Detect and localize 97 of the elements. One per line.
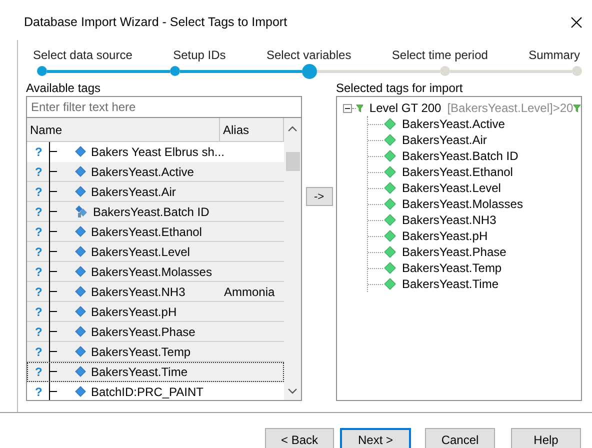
diamond-icon [384, 230, 396, 242]
tag-name: BakersYeast.NH3 [402, 213, 496, 227]
diamond-icon [75, 386, 86, 397]
diamond-icon [75, 326, 86, 337]
tag-name: BakersYeast.Batch ID [93, 204, 210, 218]
tag-name: BakersYeast.NH3 [91, 284, 186, 298]
diamond-icon [384, 150, 396, 162]
status-mark: ? [35, 344, 44, 358]
tag-row[interactable]: ? BakersYeast.Molasses [27, 262, 284, 282]
tag-alias: Ammonia [224, 284, 275, 298]
filter-icon [356, 102, 364, 114]
scroll-up-icon[interactable] [288, 126, 297, 132]
status-mark: ? [35, 204, 44, 218]
tag-row[interactable]: ? BakersYeast.Air [27, 182, 284, 202]
tag-row[interactable]: ? BakersYeast.Temp [27, 342, 284, 362]
status-mark: ? [35, 224, 44, 238]
step-label: Setup IDs [173, 48, 226, 63]
tag-name: BakersYeast.Phase [91, 324, 196, 338]
diamond-icon [384, 182, 396, 194]
tag-row[interactable]: ? BakersYeast.NH3 Ammonia [27, 282, 284, 302]
panel-label: Selected tags for import [336, 81, 464, 96]
tag-name: BakersYeast.pH [91, 304, 178, 318]
tag-row[interactable]: ? BakersYeast.Ethanol [27, 222, 284, 242]
wizard-button[interactable]: Help [511, 428, 581, 448]
wizard-button[interactable]: < Back [265, 428, 334, 448]
filter-condition: [BakersYeast.Level]>20 [447, 101, 574, 115]
scrollbar-thumb[interactable] [286, 152, 300, 171]
tag-name: BakersYeast.Ethanol [91, 224, 203, 238]
tag-name: BakersYeast.Phase [402, 245, 506, 259]
tag-name: BatchID:PRC_PAINT [91, 384, 204, 398]
step-label: Summary [528, 48, 580, 63]
tag-name: BakersYeast.Batch ID [402, 149, 518, 163]
tag-name: BakersYeast.pH [402, 229, 488, 243]
diamond-icon [384, 278, 396, 290]
diamond-icon [75, 146, 86, 157]
tag-name: Bakers Yeast Elbrus sh... [91, 144, 221, 158]
status-mark: ? [35, 244, 44, 258]
panel-label: Available tags [26, 81, 102, 96]
tag-row[interactable]: ? BakersYeast.Batch ID [27, 202, 284, 222]
close-icon[interactable] [571, 16, 582, 28]
tag-name: BakersYeast.Air [91, 184, 177, 198]
diamond-icon [384, 246, 396, 258]
status-mark: ? [35, 164, 44, 178]
tag-name: BakersYeast.Active [402, 117, 505, 131]
diamond-icon [75, 186, 86, 197]
wizard-button[interactable]: Cancel [425, 428, 495, 448]
diamond-icon [75, 366, 86, 377]
step-label: Select time period [392, 48, 488, 63]
diamond-icon [384, 118, 396, 130]
diamond-icon [75, 306, 86, 317]
status-mark: ? [35, 324, 44, 338]
tag-row[interactable]: ? BakersYeast.Active [27, 162, 284, 182]
tag-name: BakersYeast.Time [402, 277, 498, 291]
diamond-icon [75, 226, 86, 237]
tag-name: BakersYeast.Molasses [402, 197, 523, 211]
status-mark: ? [35, 184, 44, 198]
diamond-icon [384, 198, 396, 210]
scroll-down-icon[interactable] [288, 388, 297, 394]
status-mark: ? [35, 144, 44, 158]
status-mark: ? [35, 364, 44, 378]
column-header[interactable]: Name [27, 118, 220, 141]
diamond-icon [75, 266, 86, 277]
tag-row[interactable]: ? BakersYeast.pH [27, 302, 284, 322]
add-tags-button[interactable]: -> [306, 187, 332, 206]
diamond-icon [75, 166, 86, 177]
status-mark: ? [35, 384, 44, 398]
tag-name: BakersYeast.Molasses [91, 264, 213, 278]
tag-row[interactable]: ? BakersYeast.Time [27, 362, 284, 382]
step-label: Select data source [33, 48, 132, 63]
collapse-icon[interactable] [343, 104, 352, 112]
window-title: Database Import Wizard - Select Tags to Import [24, 14, 288, 29]
diamond-icon [75, 286, 86, 297]
step-label: Select variables [266, 48, 352, 63]
filter-field[interactable]: Enter filter text here [26, 96, 302, 118]
diamond-icon [384, 166, 396, 178]
tag-name: BakersYeast.Active [91, 164, 195, 178]
filter-icon [573, 102, 581, 114]
diamond-icon [384, 214, 396, 226]
tag-name: BakersYeast.Level [402, 181, 501, 195]
diamond-icon [384, 262, 396, 274]
diamond-icon [75, 246, 86, 257]
status-mark: ? [35, 304, 44, 318]
tag-row[interactable]: ? BakersYeast.Level [27, 242, 284, 262]
filter-name: Level GT 200 [369, 101, 442, 115]
status-mark: ? [35, 264, 44, 278]
tag-name: BakersYeast.Air [402, 133, 487, 147]
tag-name: BakersYeast.Level [91, 244, 191, 258]
status-mark: ? [35, 284, 44, 298]
tag-name: BakersYeast.Ethanol [402, 165, 513, 179]
tag-name: BakersYeast.Temp [91, 344, 192, 358]
wizard-button[interactable]: Next > [340, 428, 411, 448]
tag-name: BakersYeast.Temp [402, 261, 502, 275]
diamond-icon [75, 346, 86, 357]
cluster-icon [75, 205, 88, 218]
tag-name: BakersYeast.Time [91, 364, 188, 378]
tag-row[interactable]: ? BakersYeast.Phase [27, 322, 284, 342]
diamond-icon [384, 134, 396, 146]
